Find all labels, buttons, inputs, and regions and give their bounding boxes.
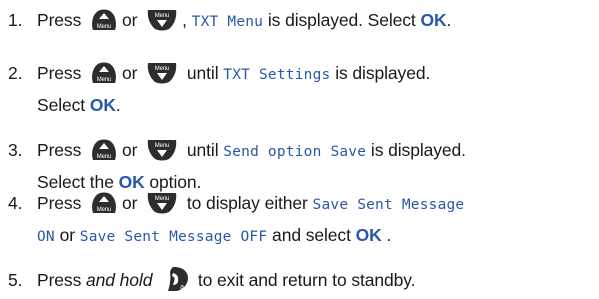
menu-down-key-icon: Menu [145,61,179,92]
menu-down-key-icon: Menu [145,191,179,222]
ok-label: OK [89,95,116,115]
step-4: 4. Press Menu or Menu to display either S… [8,190,464,250]
or-text: or [122,10,138,30]
step-2: 2. Press Menu or Menu until TXT Settings … [8,60,430,118]
step-number: 3. [8,140,23,160]
press-text: Press [37,10,82,30]
and-hold-text: and hold [86,270,153,290]
menu-down-key-icon: Menu [145,138,179,169]
step-tail: to exit and return to standby. [193,270,416,290]
step-3: 3. Press Menu or Menu until Send option S… [8,137,466,195]
step-number: 5. [8,270,23,290]
or-text: or [54,225,80,245]
menu-up-key-icon: Menu [89,138,119,169]
ok-label: OK [118,172,145,192]
step-end: . [381,225,392,245]
lcd-text-on: ON [37,229,55,245]
ok-label: OK [420,10,447,30]
menu-up-key-icon: Menu [89,191,119,222]
step-tail: is displayed. Select [263,10,421,30]
step-tail: to display either [182,193,313,213]
step-tail: is displayed. [366,140,466,160]
ok-label: OK [355,225,382,245]
down-key-label: Menu [155,196,170,202]
lcd-text: TXT Settings [223,67,331,83]
step-end: . [446,10,452,30]
step-end: option. [144,172,202,192]
press-text: Press [37,63,82,83]
step-tail-2: and select [267,225,356,245]
lcd-text-off: Save Sent Message OFF [79,229,268,245]
step-line2-text: Select the [37,172,119,192]
step-number: 4. [8,193,23,213]
lcd-text: TXT Menu [191,14,264,30]
step-end: . [115,95,121,115]
lcd-text: Save Sent Message [312,197,465,213]
up-key-label: Menu [97,24,112,30]
lcd-text: Send option Save [223,144,367,160]
step-number: 2. [8,63,23,83]
instruction-steps: 1. Press Menu or Menu , TXT Menu is displ… [0,0,599,299]
up-key-label: Menu [97,154,112,160]
step-number: 1. [8,10,23,30]
or-text: or [122,140,138,160]
down-key-label: Menu [155,143,170,149]
until-text: until [182,63,224,83]
menu-up-key-icon: Menu [89,61,119,92]
step-line-2: Select OK. [8,92,430,118]
step-tail: is displayed. [330,63,431,83]
end-key-label: a [180,284,184,291]
menu-down-key-icon: Menu [145,8,179,39]
menu-up-key-icon: Menu [89,8,119,39]
step-line-2: ON or Save Sent Message OFF and select O… [8,222,464,250]
press-text: Press [37,140,82,160]
end-call-key-icon: a [160,266,190,299]
up-key-label: Menu [97,77,112,83]
step-1: 1. Press Menu or Menu , TXT Menu is displ… [8,7,451,39]
step-line2-text: Select [37,95,90,115]
step-5: 5. Press and hold a to exit and return to… [8,266,415,299]
or-text: or [122,193,138,213]
press-text: Press [37,193,82,213]
until-text: until [182,140,224,160]
or-text: or [122,63,138,83]
comma-text: , [182,10,187,30]
down-key-label: Menu [155,66,170,72]
press-text: Press [37,270,86,290]
up-key-label: Menu [97,207,112,213]
down-key-label: Menu [155,13,170,19]
